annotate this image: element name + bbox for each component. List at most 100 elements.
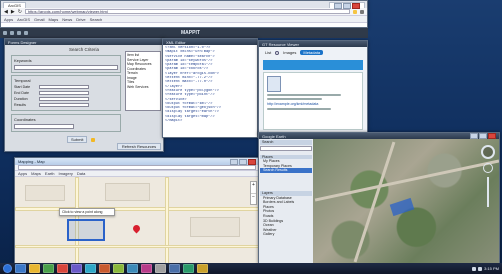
clock[interactable]: 3:15 PM <box>484 266 499 271</box>
form-designer-window: Forms Designer Search Criteria Keywords … <box>4 38 164 152</box>
bookmark[interactable]: News <box>62 17 72 22</box>
address-bar: ◀ ▶ ↻ https://arcgis.com/home/webmap/vie… <box>1 8 367 16</box>
satellite-imagery[interactable] <box>313 139 499 263</box>
navigation-compass-icon[interactable] <box>481 145 495 159</box>
bookmark[interactable]: Imagery <box>58 171 72 176</box>
taskbar-app-icon[interactable] <box>155 264 166 273</box>
start-button-icon[interactable] <box>3 264 12 273</box>
taskbar-app-icon[interactable] <box>85 264 96 273</box>
open-icon[interactable] <box>10 31 14 35</box>
taskbar-app-icon[interactable] <box>15 264 26 273</box>
kml-overlay-polygon[interactable] <box>389 197 415 217</box>
browser-tab-strip: ArcGIS <box>1 1 367 9</box>
close-button[interactable] <box>248 158 256 165</box>
search-panel-header[interactable]: Search <box>260 140 312 145</box>
close-button[interactable] <box>352 3 360 9</box>
location-pin-icon[interactable] <box>131 223 142 234</box>
maximize-button[interactable] <box>239 158 247 165</box>
text-line <box>267 98 323 100</box>
submit-button[interactable]: Submit <box>67 136 87 143</box>
app-toolbar: MAPPIT <box>0 28 368 38</box>
minimize-button[interactable] <box>230 158 238 165</box>
content-area: http://example.org/kml/metadata <box>263 72 363 130</box>
taskbar-app-icon[interactable] <box>57 264 68 273</box>
start-date-input[interactable] <box>39 85 89 89</box>
road <box>15 245 259 248</box>
zoom-slider[interactable] <box>487 177 489 207</box>
building <box>105 183 150 201</box>
view-toggle-images[interactable]: Images <box>283 50 296 55</box>
back-icon[interactable]: ◀ <box>4 9 8 15</box>
road <box>353 141 396 263</box>
bookmark[interactable]: Search <box>90 17 103 22</box>
duration-input[interactable] <box>39 97 89 101</box>
taskbar-app-icon[interactable] <box>169 264 180 273</box>
reload-icon[interactable]: ↻ <box>18 9 22 15</box>
url-input[interactable]: https://arcgis.com/home/webmap/viewer.ht… <box>24 9 350 14</box>
results-input[interactable] <box>39 103 89 107</box>
road <box>15 207 259 211</box>
taskbar-app-icon[interactable] <box>71 264 82 273</box>
bookmark[interactable]: Data <box>77 171 85 176</box>
taskbar-app-icon[interactable] <box>29 264 40 273</box>
browser-tab[interactable]: ArcGIS <box>3 2 26 8</box>
settings-icon[interactable] <box>24 31 28 35</box>
xml-code[interactable]: <?xml version="1.0"?> <mapit xmlns="urn:… <box>163 45 257 124</box>
text-line <box>267 108 332 110</box>
taskbar-app-icon[interactable] <box>141 264 152 273</box>
field-label: End Date <box>14 91 29 95</box>
taskbar-app-icon[interactable] <box>43 264 54 273</box>
radio-button[interactable] <box>275 50 280 55</box>
list-item[interactable]: Web Services <box>127 85 159 90</box>
resource-list[interactable]: Item list Service Layer Map Resources Co… <box>125 51 161 111</box>
layer-item[interactable]: Gallery <box>260 232 312 237</box>
window-title: XML Editor <box>166 39 186 45</box>
taskbar-app-icon[interactable] <box>197 264 208 273</box>
coordinates-select[interactable] <box>14 124 74 129</box>
selection-rectangle[interactable] <box>67 219 105 241</box>
window-title: Mapping - Map <box>18 159 45 164</box>
bookmarks-bar: Apps ArcGIS Gmail Maps News Drive Search <box>1 16 367 23</box>
bookmark[interactable]: Maps <box>48 17 58 22</box>
resource-viewer-window: GT Resource Viewer List Images Metadata … <box>258 40 368 136</box>
view-toggle-list[interactable]: List <box>265 50 271 55</box>
zoom-out-button[interactable]: − <box>251 194 256 205</box>
taskbar-app-icon[interactable] <box>183 264 194 273</box>
top-browser-window: ArcGIS ◀ ▶ ↻ https://arcgis.com/home/web… <box>0 0 368 28</box>
window-title: Google Earth <box>262 133 286 139</box>
pan-control-icon[interactable] <box>483 163 493 173</box>
taskbar: 3:15 PM <box>0 263 502 274</box>
metadata-url[interactable]: http://example.org/kml/metadata <box>267 102 359 106</box>
bookmark[interactable]: Earth <box>45 171 55 176</box>
url-input[interactable] <box>18 165 256 170</box>
bookmark[interactable]: Maps <box>31 171 41 176</box>
save-icon[interactable] <box>17 31 21 35</box>
star-icon[interactable] <box>353 9 357 14</box>
bookmark[interactable]: Apps <box>18 171 27 176</box>
menu-icon[interactable] <box>360 9 364 14</box>
map-browser-window: Mapping - Map Apps Maps Earth Imagery Da… <box>14 157 260 264</box>
volume-icon[interactable] <box>478 266 483 271</box>
bookmark[interactable]: Drive <box>76 17 85 22</box>
street-map[interactable]: Click to view a point along + − <box>15 177 259 263</box>
bookmark[interactable]: ArcGIS <box>17 17 30 22</box>
metadata-toggle-button[interactable]: Metadata <box>300 50 324 55</box>
network-icon[interactable] <box>472 266 477 271</box>
bookmark[interactable]: Apps <box>4 17 13 22</box>
forward-icon[interactable]: ▶ <box>11 9 15 15</box>
place-item[interactable]: Search Results <box>260 168 312 173</box>
keywords-input[interactable] <box>14 65 118 70</box>
home-icon[interactable] <box>3 31 7 35</box>
header-band <box>263 60 363 70</box>
taskbar-app-icon[interactable] <box>113 264 124 273</box>
taskbar-app-icon[interactable] <box>127 264 138 273</box>
building <box>25 185 65 201</box>
group-label: Temporal <box>14 78 31 83</box>
bookmark[interactable]: Gmail <box>34 17 44 22</box>
taskbar-app-icon[interactable] <box>99 264 110 273</box>
refresh-resources-button[interactable]: Refresh Resources <box>117 143 161 150</box>
end-date-input[interactable] <box>39 91 89 95</box>
search-input[interactable] <box>260 145 312 151</box>
warning-icon <box>91 138 95 142</box>
zoom-in-button[interactable]: + <box>251 182 256 194</box>
